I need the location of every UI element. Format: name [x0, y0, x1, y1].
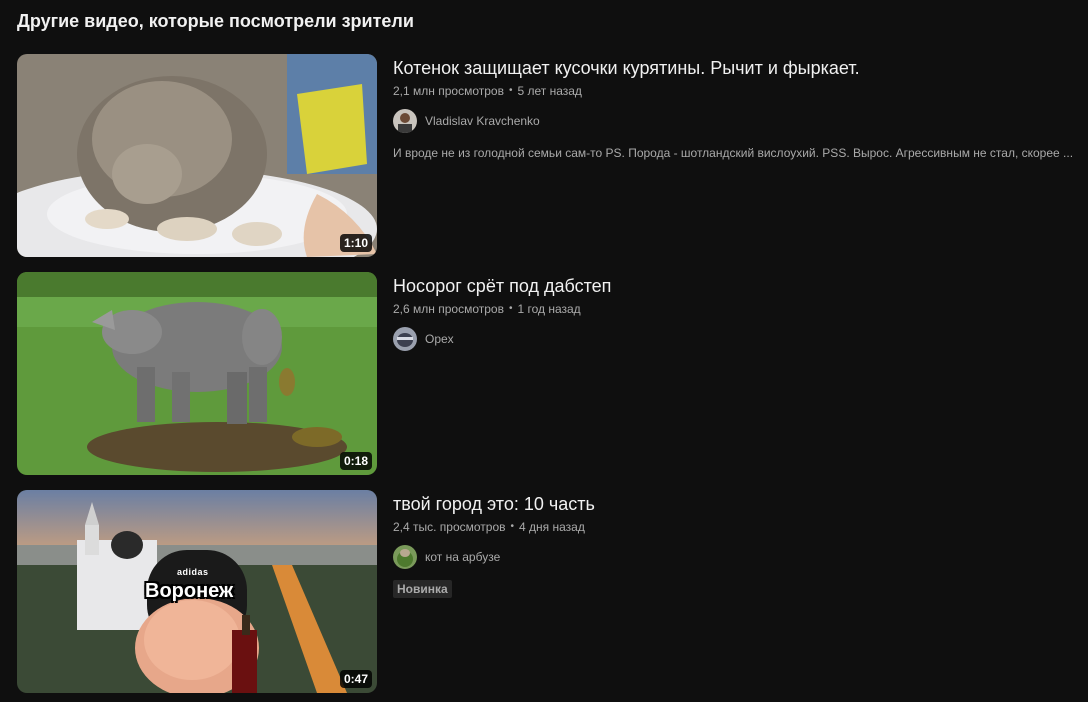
video-meta: 2,1 млн просмотров • 5 лет назад	[393, 83, 1083, 99]
video-duration: 0:47	[339, 670, 372, 688]
related-videos-section: Другие видео, которые посмотрели зрители…	[0, 0, 1088, 702]
video-thumbnail[interactable]: 1:10	[17, 54, 377, 257]
channel-avatar[interactable]	[393, 545, 417, 569]
channel-row[interactable]: Opex	[393, 327, 1083, 351]
kitten-eating-thumbnail-icon	[17, 54, 377, 257]
video-meta: 2,6 млн просмотров • 1 год назад	[393, 301, 1083, 317]
video-item[interactable]: 1:10 Котенок защищает кусочки курятины. …	[17, 54, 1088, 257]
meta-separator: •	[508, 85, 513, 96]
video-item[interactable]: adidas Воронеж 0:47 твой город это: 10 ч…	[17, 490, 1088, 693]
video-info: твой город это: 10 часть 2,4 тыс. просмо…	[393, 490, 1083, 693]
thumbnail-overlay-text: Воронеж	[145, 580, 234, 602]
upload-age: 1 год назад	[517, 302, 581, 316]
video-info: Котенок защищает кусочки курятины. Рычит…	[393, 54, 1083, 257]
video-duration: 1:10	[339, 234, 372, 252]
channel-name[interactable]: Vladislav Kravchenko	[425, 109, 540, 133]
video-title[interactable]: твой город это: 10 часть	[393, 492, 1083, 516]
channel-name[interactable]: кот на арбузе	[425, 545, 500, 569]
channel-name[interactable]: Opex	[425, 327, 454, 351]
section-title: Другие видео, которые посмотрели зрители	[17, 11, 414, 31]
channel-row[interactable]: Vladislav Kravchenko	[393, 109, 1083, 133]
rhino-thumbnail-icon	[17, 272, 377, 475]
video-title[interactable]: Носорог срёт под дабстеп	[393, 274, 1083, 298]
video-thumbnail[interactable]: adidas Воронеж 0:47	[17, 490, 377, 693]
video-thumbnail[interactable]: 0:18	[17, 272, 377, 475]
view-count: 2,4 тыс. просмотров	[393, 520, 506, 534]
upload-age: 4 дня назад	[519, 520, 585, 534]
video-title[interactable]: Котенок защищает кусочки курятины. Рычит…	[393, 56, 1083, 80]
view-count: 2,1 млн просмотров	[393, 84, 504, 98]
view-count: 2,6 млн просмотров	[393, 302, 504, 316]
video-info: Носорог срёт под дабстеп 2,6 млн просмот…	[393, 272, 1083, 475]
upload-age: 5 лет назад	[517, 84, 582, 98]
video-meta: 2,4 тыс. просмотров • 4 дня назад	[393, 519, 1083, 535]
channel-avatar[interactable]	[393, 327, 417, 351]
cap-logo-text: adidas	[177, 567, 209, 577]
meta-separator: •	[510, 521, 515, 532]
cat-avatar-icon	[393, 545, 417, 569]
user-avatar-icon	[393, 109, 417, 133]
user-avatar-icon	[393, 327, 417, 351]
video-item[interactable]: 0:18 Носорог срёт под дабстеп 2,6 млн пр…	[17, 272, 1088, 475]
channel-row[interactable]: кот на арбузе	[393, 545, 1083, 569]
video-description: И вроде не из голодной семьи сам-то PS. …	[393, 146, 1074, 160]
channel-avatar[interactable]	[393, 109, 417, 133]
video-duration: 0:18	[339, 452, 372, 470]
meta-separator: •	[508, 303, 513, 314]
new-badge: Новинка	[393, 580, 452, 598]
